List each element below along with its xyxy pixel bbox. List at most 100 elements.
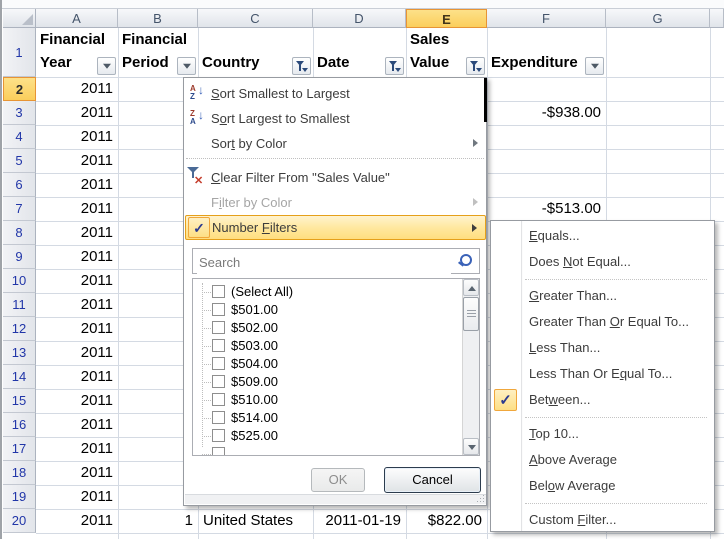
row-header-14[interactable]: 14: [3, 365, 36, 389]
row-header-10[interactable]: 10: [3, 269, 36, 293]
applied-filter-button-E[interactable]: [466, 57, 485, 75]
menu-item-sort-smallest-to-largest[interactable]: AZ↓Sort Smallest to Largest: [185, 81, 486, 106]
column-header-C[interactable]: C: [198, 9, 313, 28]
column-header-B[interactable]: B: [118, 9, 198, 28]
submenu-item-less-than-or-equal-to[interactable]: Less Than Or Equal To...: [492, 361, 713, 387]
cell-A12[interactable]: 2011: [36, 317, 118, 341]
row-header-13[interactable]: 13: [3, 341, 36, 365]
row-header-15[interactable]: 15: [3, 389, 36, 413]
row-header-3[interactable]: 3: [3, 101, 36, 125]
submenu-item-equals[interactable]: Equals...: [492, 223, 713, 249]
value-item[interactable]: $514.00: [193, 409, 459, 427]
cell-A14[interactable]: 2011: [36, 365, 118, 389]
search-input[interactable]: [197, 250, 451, 274]
row-header-4[interactable]: 4: [3, 125, 36, 149]
cell-C20[interactable]: United States: [198, 509, 313, 533]
row-header-9[interactable]: 9: [3, 245, 36, 269]
row-header-5[interactable]: 5: [3, 149, 36, 173]
row-header-16[interactable]: 16: [3, 413, 36, 437]
menu-item-sort-largest-to-smallest[interactable]: ZA↓Sort Largest to Smallest: [185, 106, 486, 131]
submenu-item-less-than[interactable]: Less Than...: [492, 335, 713, 361]
cell-A20[interactable]: 2011: [36, 509, 118, 533]
scroll-up-button[interactable]: [463, 279, 479, 296]
value-item[interactable]: $501.00: [193, 301, 459, 319]
row-header-6[interactable]: 6: [3, 173, 36, 197]
search-icon[interactable]: [460, 254, 472, 266]
applied-filter-button-C[interactable]: [292, 57, 311, 75]
value-checkbox[interactable]: [212, 393, 225, 406]
row-header-8[interactable]: 8: [3, 221, 36, 245]
cell-B20[interactable]: 1: [118, 509, 198, 533]
value-checkbox[interactable]: [212, 429, 225, 442]
cell-A5[interactable]: 2011: [36, 149, 118, 173]
cancel-button[interactable]: Cancel: [384, 467, 481, 493]
value-checkbox[interactable]: [212, 375, 225, 388]
row-header-11[interactable]: 11: [3, 293, 36, 317]
submenu-item-above-average[interactable]: Above Average: [492, 447, 713, 473]
submenu-item-top-10[interactable]: Top 10...: [492, 421, 713, 447]
menu-item-sort-by-color[interactable]: Sort by Color: [185, 131, 486, 156]
cell-A15[interactable]: 2011: [36, 389, 118, 413]
column-header-F[interactable]: F: [487, 9, 606, 28]
applied-filter-button-D[interactable]: [385, 57, 404, 75]
menu-item-clear-filter[interactable]: ✕Clear Filter From "Sales Value": [185, 165, 486, 190]
value-item[interactable]: $502.00: [193, 319, 459, 337]
menu-item-number-filters[interactable]: ✓Number Filters: [185, 215, 486, 240]
value-checkbox[interactable]: [212, 357, 225, 370]
value-checkbox[interactable]: [212, 321, 225, 334]
value-checkbox[interactable]: [212, 447, 225, 456]
column-header-D[interactable]: D: [313, 9, 406, 28]
filter-dropdown-button-B[interactable]: [177, 57, 196, 75]
value-checkbox[interactable]: [212, 285, 225, 298]
row-header-19[interactable]: 19: [3, 485, 36, 509]
submenu-item-below-average[interactable]: Below Average: [492, 473, 713, 499]
cell-A16[interactable]: 2011: [36, 413, 118, 437]
row-header-17[interactable]: 17: [3, 437, 36, 461]
value-checkbox[interactable]: [212, 411, 225, 424]
column-header-G[interactable]: G: [606, 9, 710, 28]
row-header-18[interactable]: 18: [3, 461, 36, 485]
select-all-corner[interactable]: [3, 9, 36, 28]
value-item[interactable]: $509.00: [193, 373, 459, 391]
row-header-7[interactable]: 7: [3, 197, 36, 221]
column-header-partial[interactable]: [710, 9, 724, 28]
cell-A19[interactable]: 2011: [36, 485, 118, 509]
cell-A4[interactable]: 2011: [36, 125, 118, 149]
row-header-2[interactable]: 2: [3, 77, 36, 101]
cell-A11[interactable]: 2011: [36, 293, 118, 317]
submenu-item-greater-than-or-equal-to[interactable]: Greater Than Or Equal To...: [492, 309, 713, 335]
filter-dropdown-button-A[interactable]: [97, 57, 116, 75]
row-header-1[interactable]: 1: [3, 28, 36, 77]
value-checkbox[interactable]: [212, 303, 225, 316]
cell-A18[interactable]: 2011: [36, 461, 118, 485]
column-header-A[interactable]: A: [36, 9, 118, 28]
cell-A8[interactable]: 2011: [36, 221, 118, 245]
submenu-item-does-not-equal[interactable]: Does Not Equal...: [492, 249, 713, 275]
cell-F3[interactable]: -$938.00: [487, 101, 606, 125]
value-checkbox[interactable]: [212, 339, 225, 352]
value-item[interactable]: $504.00: [193, 355, 459, 373]
cell-A2[interactable]: 2011: [36, 77, 118, 101]
column-header-E[interactable]: E: [406, 9, 487, 28]
cell-A10[interactable]: 2011: [36, 269, 118, 293]
scroll-thumb[interactable]: [463, 297, 479, 331]
cell-A17[interactable]: 2011: [36, 437, 118, 461]
cell-A13[interactable]: 2011: [36, 341, 118, 365]
cell-A7[interactable]: 2011: [36, 197, 118, 221]
value-item[interactable]: $503.00: [193, 337, 459, 355]
cell-D20[interactable]: 2011-01-19: [313, 509, 406, 533]
scroll-down-button[interactable]: [463, 438, 479, 455]
submenu-item-greater-than[interactable]: Greater Than...: [492, 283, 713, 309]
cell-A6[interactable]: 2011: [36, 173, 118, 197]
filter-dropdown-button-F[interactable]: [585, 57, 604, 75]
panel-resize-bar[interactable]: [185, 494, 486, 504]
value-item[interactable]: $525.00: [193, 427, 459, 445]
submenu-item-between[interactable]: ✓Between...: [492, 387, 713, 413]
row-header-12[interactable]: 12: [3, 317, 36, 341]
value-item-partial[interactable]: [193, 445, 459, 456]
cell-A3[interactable]: 2011: [36, 101, 118, 125]
cell-E20[interactable]: $822.00: [406, 509, 487, 533]
value-item[interactable]: (Select All): [193, 283, 459, 301]
values-scrollbar[interactable]: [462, 279, 479, 455]
cell-F7[interactable]: -$513.00: [487, 197, 606, 221]
